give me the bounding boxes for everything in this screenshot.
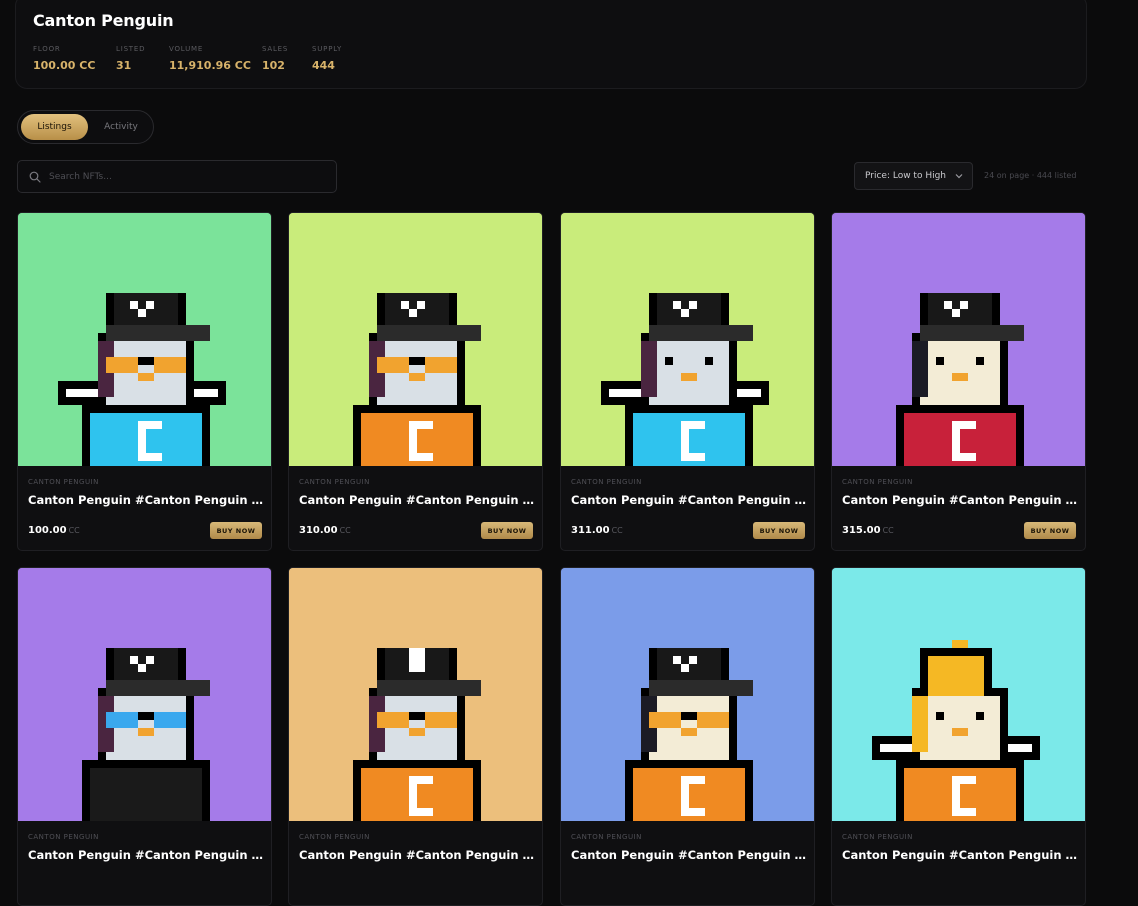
nft-name: Canton Penguin #Canton Penguin #178 xyxy=(842,493,1078,507)
penguin-artwork xyxy=(832,213,1085,466)
price-value: 315.00 xyxy=(842,525,881,536)
search-box xyxy=(17,160,337,193)
penguin-artwork xyxy=(561,568,814,821)
price-currency: CC xyxy=(611,526,623,535)
price-currency: CC xyxy=(68,526,80,535)
stat-label: LISTED xyxy=(116,45,146,53)
sort-selected-label: Price: Low to High xyxy=(865,171,947,181)
nft-price: 100.00 CC xyxy=(28,525,80,536)
buy-now-button[interactable]: BUY NOW xyxy=(210,522,262,539)
nft-name: Canton Penguin #Canton Penguin #2… xyxy=(28,848,264,862)
tab-activity[interactable]: Activity xyxy=(92,114,150,140)
nft-image xyxy=(832,213,1085,466)
stat-value: 31 xyxy=(116,59,132,72)
nft-price: 310.00 CC xyxy=(299,525,351,536)
nft-image xyxy=(289,568,542,821)
nft-price: 315.00 CC xyxy=(842,525,894,536)
nft-image xyxy=(561,213,814,466)
stat-label: SUPPLY xyxy=(312,45,343,53)
penguin-artwork xyxy=(561,213,814,466)
stat-floor: FLOOR 100.00 CC xyxy=(33,45,95,72)
nft-card[interactable]: CANTON PENGUIN Canton Penguin #Canton Pe… xyxy=(560,212,815,551)
collection-header: Canton Penguin FLOOR 100.00 CC LISTED 31… xyxy=(15,0,1087,89)
chevron-down-icon xyxy=(955,174,963,179)
nft-image xyxy=(289,213,542,466)
nft-card[interactable]: CANTON PENGUIN Canton Penguin #Canton Pe… xyxy=(288,567,543,906)
stat-value: 11,910.96 CC xyxy=(169,59,251,72)
price-value: 310.00 xyxy=(299,525,338,536)
penguin-artwork xyxy=(18,213,271,466)
nft-collection-label: CANTON PENGUIN xyxy=(28,478,99,486)
stat-listed: LISTED 31 xyxy=(116,45,145,72)
nft-image xyxy=(18,213,271,466)
nft-image xyxy=(18,568,271,821)
search-input[interactable] xyxy=(47,166,327,188)
penguin-artwork xyxy=(289,213,542,466)
view-tabs: Listings Activity xyxy=(17,110,154,144)
penguin-artwork xyxy=(289,568,542,821)
nft-card[interactable]: CANTON PENGUIN Canton Penguin #Canton Pe… xyxy=(831,212,1086,551)
buy-now-button[interactable]: BUY NOW xyxy=(481,522,533,539)
buy-now-button[interactable]: BUY NOW xyxy=(1024,522,1076,539)
penguin-artwork xyxy=(832,568,1085,821)
price-value: 100.00 xyxy=(28,525,67,536)
stat-volume: VOLUME 11,910.96 CC xyxy=(169,45,251,72)
sort-select[interactable]: Price: Low to High xyxy=(854,162,973,190)
nft-collection-label: CANTON PENGUIN xyxy=(299,478,370,486)
nft-collection-label: CANTON PENGUIN xyxy=(28,833,99,841)
nft-name: Canton Penguin #Canton Penguin #3… xyxy=(299,493,535,507)
nft-collection-label: CANTON PENGUIN xyxy=(571,833,642,841)
stat-label: VOLUME xyxy=(169,45,204,53)
collection-title: Canton Penguin xyxy=(33,11,174,30)
nft-image xyxy=(561,568,814,821)
price-currency: CC xyxy=(339,526,351,535)
nft-card[interactable]: CANTON PENGUIN Canton Penguin #Canton Pe… xyxy=(288,212,543,551)
nft-price: 311.00 CC xyxy=(571,525,623,536)
nft-collection-label: CANTON PENGUIN xyxy=(842,833,913,841)
nft-collection-label: CANTON PENGUIN xyxy=(571,478,642,486)
page-info: 24 on page · 444 listed xyxy=(984,171,1077,180)
buy-now-button[interactable]: BUY NOW xyxy=(753,522,805,539)
nft-name: Canton Penguin #Canton Penguin #2… xyxy=(299,848,535,862)
price-value: 311.00 xyxy=(571,525,610,536)
stat-value: 100.00 CC xyxy=(33,59,96,72)
nft-image xyxy=(832,568,1085,821)
nft-card[interactable]: CANTON PENGUIN Canton Penguin #Canton Pe… xyxy=(831,567,1086,906)
nft-name: Canton Penguin #Canton Penguin #2… xyxy=(571,848,807,862)
stat-value: 102 xyxy=(262,59,285,72)
stat-label: FLOOR xyxy=(33,45,61,53)
stat-supply: SUPPLY 444 xyxy=(312,45,342,72)
nft-name: Canton Penguin #Canton Penguin #105 xyxy=(28,493,264,507)
nft-collection-label: CANTON PENGUIN xyxy=(842,478,913,486)
nft-collection-label: CANTON PENGUIN xyxy=(299,833,370,841)
stat-label: SALES xyxy=(262,45,289,53)
nft-card[interactable]: CANTON PENGUIN Canton Penguin #Canton Pe… xyxy=(17,567,272,906)
penguin-artwork xyxy=(18,568,271,821)
search-icon xyxy=(29,171,41,183)
nft-name: Canton Penguin #Canton Penguin #2… xyxy=(571,493,807,507)
stat-value: 444 xyxy=(312,59,335,72)
tab-listings[interactable]: Listings xyxy=(21,114,88,140)
nft-card[interactable]: CANTON PENGUIN Canton Penguin #Canton Pe… xyxy=(17,212,272,551)
stat-sales: SALES 102 xyxy=(262,45,288,72)
nft-name: Canton Penguin #Canton Penguin #2… xyxy=(842,848,1078,862)
nft-card[interactable]: CANTON PENGUIN Canton Penguin #Canton Pe… xyxy=(560,567,815,906)
price-currency: CC xyxy=(882,526,894,535)
